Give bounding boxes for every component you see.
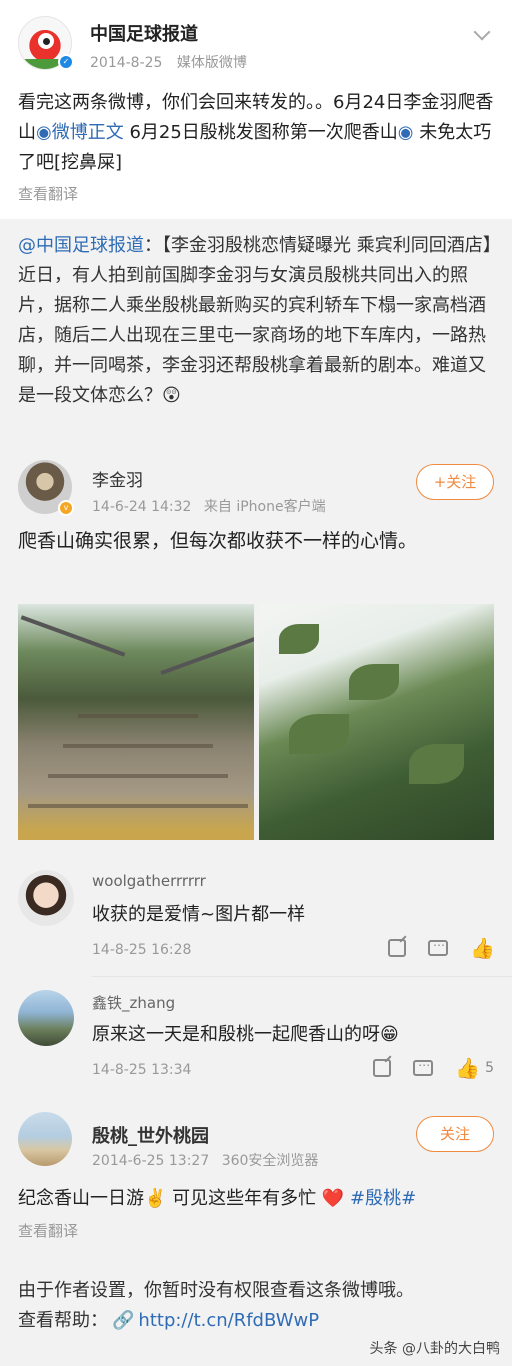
- hashtag-link[interactable]: #殷桃#: [350, 1188, 416, 1209]
- translate-link[interactable]: 查看翻译: [18, 183, 78, 204]
- avatar-pupil: [43, 38, 50, 45]
- comment-icon[interactable]: [428, 938, 448, 956]
- photo-stairs[interactable]: [18, 604, 254, 840]
- link-weibo-body[interactable]: 微博正文: [52, 122, 124, 143]
- mention-link[interactable]: @中国足球报道: [18, 235, 144, 256]
- post-meta: 2014-6-25 13:27 360安全浏览器: [92, 1153, 319, 1169]
- post-source: 媒体版微博: [176, 55, 247, 71]
- chevron-down-icon[interactable]: [473, 23, 491, 41]
- comment-icon[interactable]: [413, 1058, 434, 1076]
- thumbs-up-icon[interactable]: 👍: [455, 1058, 480, 1078]
- link-icon: 🔗: [112, 1310, 135, 1331]
- handrail-left: [20, 615, 126, 657]
- quoted-text: @中国足球报道：【李金羽殷桃恋情疑曝光 乘宾利同回酒店】近日，有人拍到前国脚李金…: [18, 235, 492, 406]
- post-text: 看完这两条微博，你们会回来转发的。。6月24日李金羽爬香山◉微博正文 6月25日…: [18, 92, 494, 173]
- permission-notice: 由于作者设置，你暂时没有权限查看这条微博哦。 查看帮助： 🔗 http://t.cn…: [0, 1256, 512, 1366]
- user-avatar[interactable]: [18, 1112, 72, 1166]
- notice-text: 由于作者设置，你暂时没有权限查看这条微博哦。: [18, 1280, 414, 1301]
- leaf: [289, 714, 349, 754]
- comment-text: 原来这一天是和殷桃一起爬香山的呀😁: [92, 1024, 399, 1045]
- post-date: 2014-8-25: [90, 55, 163, 71]
- author-name[interactable]: 中国足球报道: [90, 20, 198, 46]
- comment-actions: 👍: [388, 938, 495, 958]
- help-line: 查看帮助： 🔗 http://t.cn/RfdBWwP: [18, 1310, 320, 1331]
- embedded-post-2: 殷桃_世外桃园 2014-6-25 13:27 360安全浏览器 关注 纪念香山…: [0, 1112, 512, 1242]
- user-name[interactable]: 李金羽: [92, 466, 143, 491]
- weibo-eye-icon: ◉: [36, 122, 52, 143]
- share-icon[interactable]: [373, 1059, 392, 1077]
- divider: [92, 976, 512, 977]
- verified-gold-icon: v: [58, 500, 74, 516]
- post-meta: 2014-8-25 媒体版微博: [90, 52, 247, 72]
- leaf: [279, 624, 319, 654]
- comment-text: 收获的是爱情~图片都一样: [92, 904, 306, 925]
- commenter-name[interactable]: woolgatherrrrrr: [92, 872, 206, 890]
- user-name[interactable]: 殷桃_世外桃园: [92, 1122, 209, 1148]
- comment-time: 14-8-25 16:28: [92, 942, 192, 958]
- leaf: [409, 744, 464, 784]
- commenter-avatar[interactable]: [18, 990, 74, 1046]
- stair-step: [48, 774, 228, 778]
- post-header: ✓ 中国足球报道 2014-8-25 媒体版微博: [18, 16, 494, 72]
- embedded-post-1: v 李金羽 14-6-24 14:32 来自 iPhone客户端 +关注 爬香山…: [0, 460, 512, 610]
- embedded-text: 纪念香山一日游✌️ 可见这些年有多忙 ❤️ #殷桃#: [18, 1188, 417, 1209]
- translate-link[interactable]: 查看翻译: [18, 1220, 78, 1241]
- thumbs-up-icon[interactable]: 👍: [470, 938, 495, 958]
- handrail-right: [160, 637, 254, 675]
- weibo-screenshot: ✓ 中国足球报道 2014-8-25 媒体版微博 看完这两条微博，你们会回来转发…: [0, 0, 512, 1366]
- comment-time: 14-8-25 13:34: [92, 1062, 192, 1078]
- surprised-emoji-icon: 😲: [162, 385, 181, 406]
- photo-trees[interactable]: [259, 604, 494, 840]
- commenter-avatar[interactable]: [18, 870, 74, 926]
- section-divider: [0, 1092, 512, 1098]
- post-meta: 14-6-24 14:32 来自 iPhone客户端: [92, 499, 326, 515]
- verified-badge-icon: ✓: [58, 54, 74, 70]
- watermark: 头条 @八卦的大白鸭: [369, 1341, 500, 1357]
- follow-button[interactable]: 关注: [416, 1116, 494, 1152]
- share-icon[interactable]: [388, 939, 406, 957]
- embedded-text: 爬香山确实很累，但每次都收获不一样的心情。: [18, 530, 418, 552]
- leaf: [349, 664, 399, 700]
- help-link[interactable]: http://t.cn/RfdBWwP: [138, 1310, 319, 1331]
- follow-button[interactable]: +关注: [416, 464, 494, 500]
- stair-step: [78, 714, 198, 718]
- like-count: 5: [485, 1060, 494, 1076]
- stair-step: [63, 744, 213, 748]
- commenter-name[interactable]: 鑫铁_zhang: [92, 992, 175, 1013]
- weibo-eye-icon-2: ◉: [397, 122, 414, 143]
- comment-actions: 👍 5: [373, 1058, 494, 1078]
- stair-step: [28, 804, 248, 808]
